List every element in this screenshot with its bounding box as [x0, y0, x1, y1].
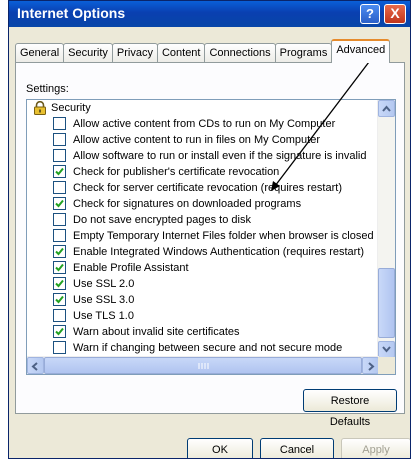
setting-row[interactable]: Do not save encrypted pages to disk — [27, 212, 379, 228]
chevron-left-icon — [31, 362, 38, 371]
setting-checkbox[interactable] — [53, 117, 66, 130]
setting-checkbox[interactable] — [53, 197, 66, 210]
tab-general[interactable]: General — [15, 43, 65, 63]
setting-checkbox[interactable] — [53, 325, 66, 338]
chevron-down-icon — [382, 346, 391, 353]
setting-checkbox[interactable] — [53, 277, 66, 290]
ok-button[interactable]: OK — [187, 438, 253, 458]
setting-checkbox[interactable] — [53, 181, 66, 194]
setting-checkbox[interactable] — [53, 309, 66, 322]
setting-label: Do not save encrypted pages to disk — [73, 214, 251, 226]
setting-label: Use TLS 1.0 — [73, 310, 134, 322]
horizontal-scroll-thumb[interactable] — [44, 357, 362, 374]
setting-checkbox[interactable] — [53, 293, 66, 306]
window-title: Internet Options — [17, 5, 126, 21]
help-button[interactable]: ? — [360, 4, 380, 24]
chevron-up-icon — [382, 105, 391, 112]
category-security: Security — [33, 100, 385, 116]
setting-row[interactable]: Empty Temporary Internet Files folder wh… — [27, 228, 379, 244]
setting-label: Check for signatures on downloaded progr… — [73, 198, 302, 210]
setting-label: Check for server certificate revocation … — [73, 182, 342, 194]
setting-checkbox[interactable] — [53, 245, 66, 258]
setting-checkbox[interactable] — [53, 229, 66, 242]
tab-strip: General Security Privacy Content Connect… — [15, 37, 410, 63]
setting-label: Allow active content to run in files on … — [73, 134, 321, 146]
setting-row[interactable]: Check for server certificate revocation … — [27, 180, 379, 196]
setting-checkbox[interactable] — [53, 165, 66, 178]
checkmark-icon — [55, 295, 64, 304]
apply-button[interactable]: Apply — [341, 438, 410, 458]
setting-checkbox[interactable] — [53, 213, 66, 226]
setting-label: Enable Profile Assistant — [73, 262, 189, 274]
setting-row[interactable]: Allow active content from CDs to run on … — [27, 116, 379, 132]
title-bar[interactable]: Internet Options ? X — [9, 1, 410, 27]
chevron-right-icon — [368, 362, 375, 371]
setting-label: Enable Integrated Windows Authentication… — [73, 246, 365, 258]
settings-listbox[interactable]: Security Allow active content from CDs t… — [26, 99, 396, 375]
setting-label: Use SSL 3.0 — [73, 294, 135, 306]
grip-icon — [198, 363, 209, 369]
cancel-button[interactable]: Cancel — [260, 438, 334, 458]
setting-label: Allow active content from CDs to run on … — [73, 118, 336, 130]
settings-label: Settings: — [26, 83, 69, 95]
checkmark-icon — [55, 327, 64, 336]
tab-connections[interactable]: Connections — [204, 43, 276, 63]
scroll-right-button[interactable] — [362, 357, 379, 374]
scrollbar-corner — [378, 357, 395, 374]
lock-icon — [34, 101, 46, 115]
setting-label: Check for publisher's certificate revoca… — [73, 166, 280, 178]
settings-list: Security Allow active content from CDs t… — [27, 100, 379, 358]
tab-privacy[interactable]: Privacy — [111, 43, 158, 63]
setting-checkbox[interactable] — [53, 341, 66, 354]
setting-row[interactable]: Allow active content to run in files on … — [27, 132, 379, 148]
setting-row[interactable]: Use SSL 3.0 — [27, 292, 379, 308]
horizontal-scrollbar[interactable] — [27, 356, 379, 374]
setting-row[interactable]: Enable Profile Assistant — [27, 260, 379, 276]
checkmark-icon — [55, 199, 64, 208]
checkmark-icon — [55, 167, 64, 176]
setting-label: Use SSL 2.0 — [73, 278, 135, 290]
checkmark-icon — [55, 263, 64, 272]
category-label: Security — [51, 102, 91, 114]
checkmark-icon — [55, 247, 64, 256]
setting-row[interactable]: Use TLS 1.0 — [27, 308, 379, 324]
setting-label: Allow software to run or install even if… — [73, 150, 367, 162]
tab-content[interactable]: Content — [156, 43, 206, 63]
setting-label: Warn if changing between secure and not … — [73, 342, 343, 354]
setting-checkbox[interactable] — [53, 149, 66, 162]
scroll-up-button[interactable] — [378, 100, 395, 117]
internet-options-dialog: Internet Options ? X General Security Pr… — [8, 0, 411, 459]
scroll-down-button[interactable] — [378, 341, 395, 358]
setting-row[interactable]: Warn about invalid site certificates — [27, 324, 379, 340]
restore-defaults-button[interactable]: Restore Defaults — [303, 389, 397, 428]
vertical-scroll-thumb[interactable] — [378, 268, 395, 338]
setting-row[interactable]: Use SSL 2.0 — [27, 276, 379, 292]
setting-row[interactable]: Warn if changing between secure and not … — [27, 340, 379, 356]
checkmark-icon — [55, 279, 64, 288]
setting-label: Empty Temporary Internet Files folder wh… — [73, 230, 374, 242]
setting-checkbox[interactable] — [53, 133, 66, 146]
scroll-left-button[interactable] — [27, 357, 44, 374]
setting-label: Warn about invalid site certificates — [73, 326, 240, 338]
tab-security[interactable]: Security — [63, 43, 113, 63]
setting-row[interactable]: Allow software to run or install even if… — [27, 148, 379, 164]
setting-checkbox[interactable] — [53, 261, 66, 274]
close-button[interactable]: X — [384, 4, 406, 24]
tab-programs[interactable]: Programs — [274, 43, 333, 63]
advanced-tab-panel: Settings: Security Allow active content … — [15, 62, 405, 428]
setting-row[interactable]: Enable Integrated Windows Authentication… — [27, 244, 379, 260]
setting-row[interactable]: Check for publisher's certificate revoca… — [27, 164, 379, 180]
vertical-scrollbar[interactable] — [377, 100, 395, 358]
tab-advanced[interactable]: Advanced — [331, 39, 391, 63]
setting-row[interactable]: Check for signatures on downloaded progr… — [27, 196, 379, 212]
